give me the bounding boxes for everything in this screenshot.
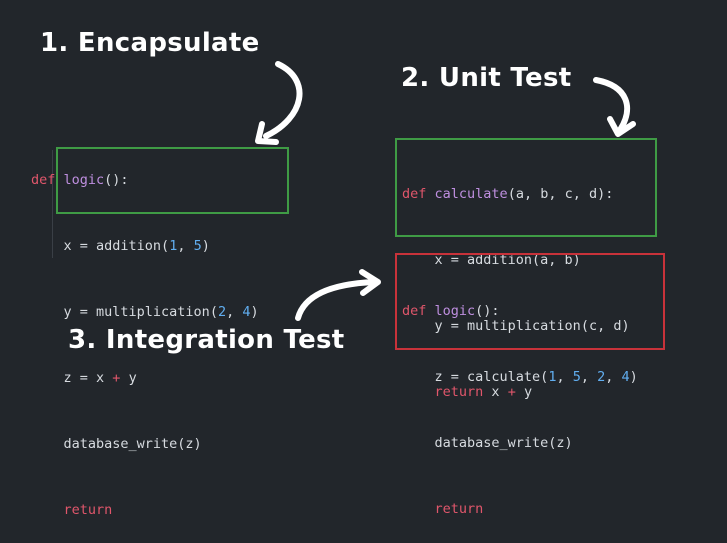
code-text: z = calculate( [434,369,549,385]
number-literal: 4 [621,369,630,385]
code-line-z: z = x + y [31,367,259,389]
code-text: x = addition( [63,238,170,254]
code-line-return: return [402,498,638,520]
keyword-return: return [63,502,113,518]
keyword-def: def [402,303,427,319]
code-line-def: def logic(): [402,300,638,322]
code-line-def: def calculate(a, b, c, d): [402,183,630,205]
code-line-y: y = multiplication(2, 4) [31,301,259,323]
refactored-logic-code: def logic(): z = calculate(1, 5, 2, 4) d… [402,256,638,542]
number-literal: 2 [217,304,227,320]
original-logic-code: def logic(): x = addition(1, 5) y = mult… [31,125,259,543]
code-line-x: x = addition(1, 5) [31,235,259,257]
keyword-return: return [434,501,484,517]
code-text: , [556,369,573,385]
code-text: y = multiplication( [63,304,218,320]
keyword-def: def [31,172,56,188]
number-literal: 4 [242,304,251,320]
code-text: , [226,304,243,320]
code-line-return: return [31,499,259,521]
code-text: , [177,238,194,254]
number-literal: 5 [193,238,202,254]
function-name: logic [63,172,105,188]
code-text: , [580,369,598,385]
code-text: ) [250,304,259,320]
code-text: z = x [63,370,113,386]
function-signature: (): [475,303,500,319]
keyword-def: def [402,186,427,202]
function-signature: (a, b, c, d): [507,186,614,202]
code-line-z: z = calculate(1, 5, 2, 4) [402,366,638,388]
number-literal: 5 [572,369,581,385]
code-text: y [120,370,137,386]
function-name: logic [434,303,476,319]
code-text: database_write(z) [434,435,573,451]
code-text: , [605,369,622,385]
code-text: ) [629,369,638,385]
function-name: calculate [434,186,508,202]
code-line-def: def logic(): [31,169,259,191]
function-signature: (): [104,172,129,188]
code-text: ) [201,238,210,254]
code-text: database_write(z) [63,436,202,452]
code-line-db: database_write(z) [402,432,638,454]
code-line-db: database_write(z) [31,433,259,455]
